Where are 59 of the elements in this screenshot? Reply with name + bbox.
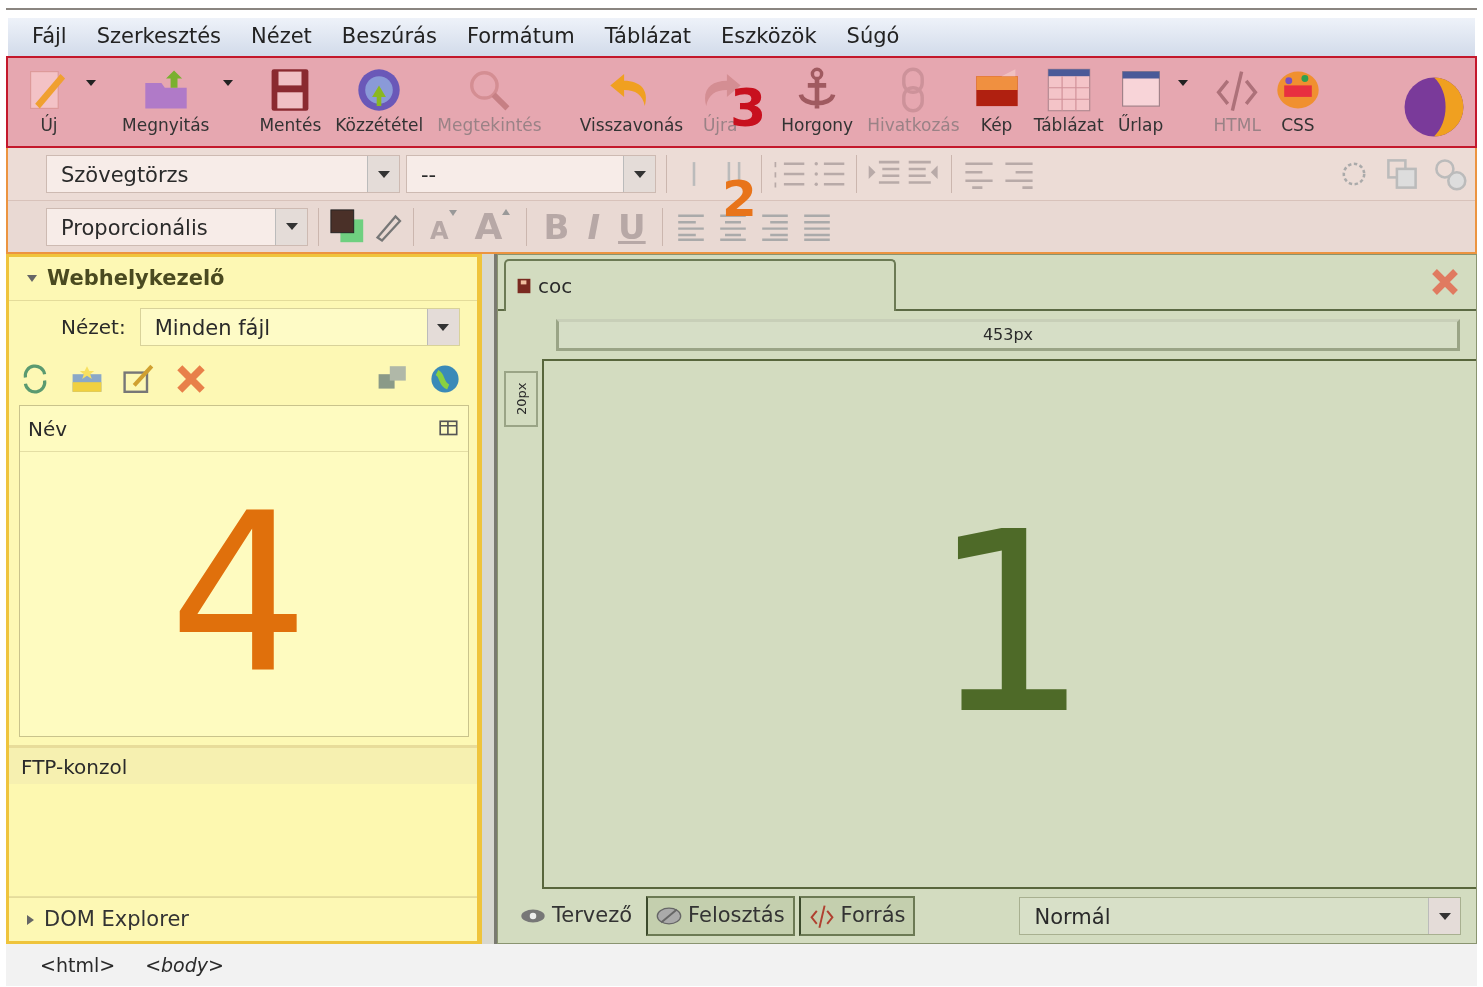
paragraph-style-dropdown[interactable]: Szövegtörzs	[46, 155, 400, 193]
menu-item[interactable]: Súgó	[834, 21, 912, 53]
dropdown-arrow-icon[interactable]	[223, 80, 234, 86]
globe-icon	[356, 66, 403, 113]
document-icon	[516, 278, 532, 294]
edit-pencil-icon[interactable]	[123, 363, 155, 395]
column-title: Név	[28, 415, 68, 443]
view-dropdown[interactable]: Minden fájl	[139, 308, 460, 346]
toolbar-button[interactable]: Űrlap	[1113, 66, 1168, 138]
linked-circles-icon[interactable]	[1433, 157, 1467, 191]
panel-header[interactable]: DOM Explorer	[9, 897, 477, 941]
menu-item[interactable]: Fájl	[20, 21, 79, 53]
column-header[interactable]: Név	[20, 406, 468, 452]
panel-header[interactable]: FTP-konzol	[9, 748, 477, 784]
menu-item[interactable]: Beszúrás	[329, 21, 449, 53]
toolbar-button[interactable]: CSS	[1270, 66, 1325, 138]
toolbar-button[interactable]: Visszavonás	[575, 66, 688, 138]
menu-item[interactable]: Táblázat	[592, 21, 704, 53]
horizontal-ruler: 453px	[556, 319, 1460, 351]
panel-header[interactable]: Webhelykezelő	[9, 257, 477, 301]
document-tab[interactable]: coc	[504, 259, 896, 311]
code-tag-icon	[808, 903, 835, 929]
dropdown-arrow-icon[interactable]	[86, 80, 96, 86]
toolbar-button[interactable]: Horgony	[777, 66, 858, 138]
toolbar-button[interactable]: Kép	[969, 66, 1024, 138]
element-path-item[interactable]: <html>	[40, 950, 116, 980]
font-dropdown[interactable]: Proporcionális	[46, 207, 308, 246]
expand-arrow-icon[interactable]	[27, 275, 37, 282]
class-dropdown[interactable]: --	[406, 155, 656, 193]
panel-title: DOM Explorer	[44, 905, 189, 933]
vertical-ruler: 20px	[504, 371, 538, 427]
toolbar-button[interactable]: Közzététel	[331, 66, 428, 138]
annotation-number: 1	[930, 499, 1090, 749]
panel-splitter[interactable]	[480, 254, 497, 944]
delete-x-icon[interactable]	[175, 363, 207, 395]
toolbar-button[interactable]: Megnyitás	[118, 66, 214, 138]
toolbar-button[interactable]: Új	[22, 66, 76, 138]
view-mode-tab[interactable]: Forrás	[798, 896, 916, 936]
annotation-number: 2	[722, 174, 757, 224]
element-path-item[interactable]: <body>	[145, 950, 224, 980]
view-mode-tab[interactable]: Felosztás	[646, 896, 795, 936]
toolbar-button[interactable]: Mentés	[255, 66, 326, 138]
view-label: Nézet:	[61, 314, 126, 341]
panel-title: Webhelykezelő	[47, 264, 225, 292]
globe-icon[interactable]	[429, 363, 461, 395]
copy-squares-icon[interactable]	[1385, 157, 1419, 191]
menu-item[interactable]: Szerkesztés	[84, 21, 233, 53]
table-icon	[1045, 66, 1092, 113]
expand-arrow-icon[interactable]	[27, 914, 34, 925]
menu-item[interactable]: Nézet	[239, 21, 324, 53]
close-icon[interactable]	[1430, 267, 1460, 297]
tab-label: coc	[538, 273, 573, 300]
menu-item[interactable]: Eszközök	[709, 21, 829, 53]
menu-item[interactable]: Formátum	[454, 21, 587, 53]
annotation-number: 4	[169, 484, 309, 704]
dropdown-arrow-icon[interactable]	[1177, 80, 1188, 86]
view-mode-tab[interactable]: Tervező	[510, 896, 643, 936]
toolbar-button[interactable]: Táblázat	[1029, 66, 1108, 138]
zoom-mode-dropdown[interactable]: Normál	[1019, 897, 1462, 935]
